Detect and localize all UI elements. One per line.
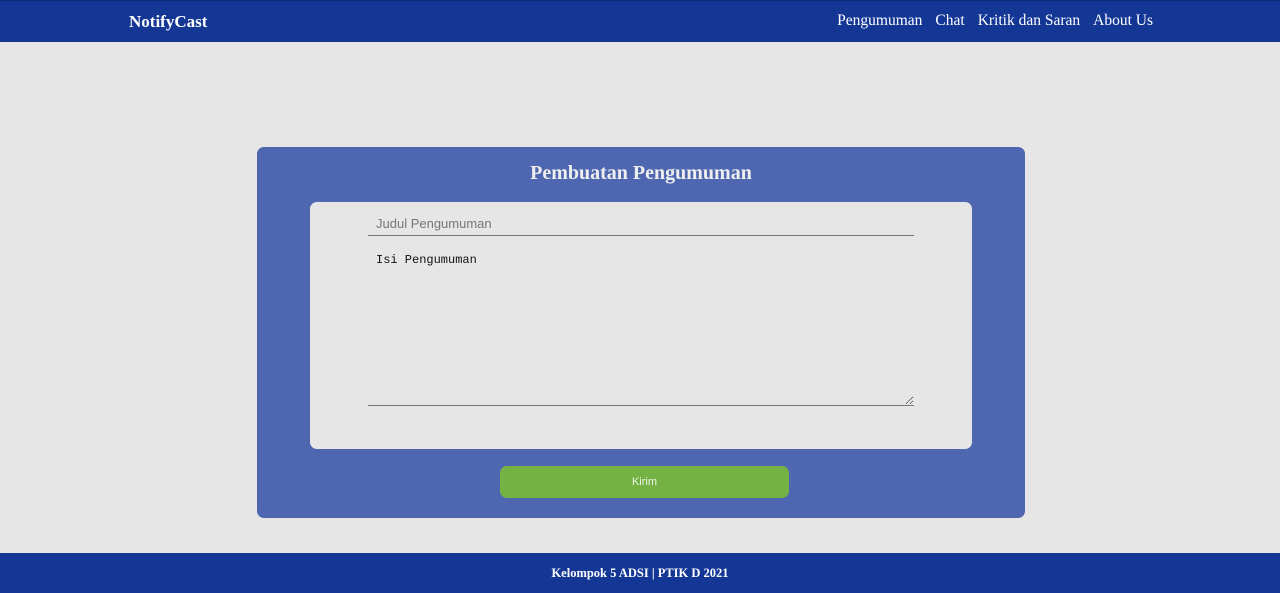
nav-links: Pengumuman Chat Kritik dan Saran About U… (837, 12, 1153, 30)
form-fields-panel (310, 202, 972, 449)
page-footer: Kelompok 5 ADSI | PTIK D 2021 (0, 553, 1280, 593)
brand-logo-text[interactable]: NotifyCast (129, 12, 207, 32)
announcement-form-card: Pembuatan Pengumuman Kirim (257, 147, 1025, 518)
send-button[interactable]: Kirim (500, 466, 789, 498)
nav-link-kritik-saran[interactable]: Kritik dan Saran (978, 12, 1080, 30)
announcement-title-input[interactable] (368, 212, 914, 236)
top-navbar: NotifyCast Pengumuman Chat Kritik dan Sa… (0, 0, 1280, 42)
announcement-body-textarea[interactable] (368, 247, 914, 406)
footer-text: Kelompok 5 ADSI | PTIK D 2021 (551, 565, 729, 580)
form-title: Pembuatan Pengumuman (530, 162, 752, 184)
nav-link-chat[interactable]: Chat (935, 12, 964, 30)
nav-link-about-us[interactable]: About Us (1093, 12, 1153, 30)
nav-link-pengumuman[interactable]: Pengumuman (837, 12, 922, 30)
